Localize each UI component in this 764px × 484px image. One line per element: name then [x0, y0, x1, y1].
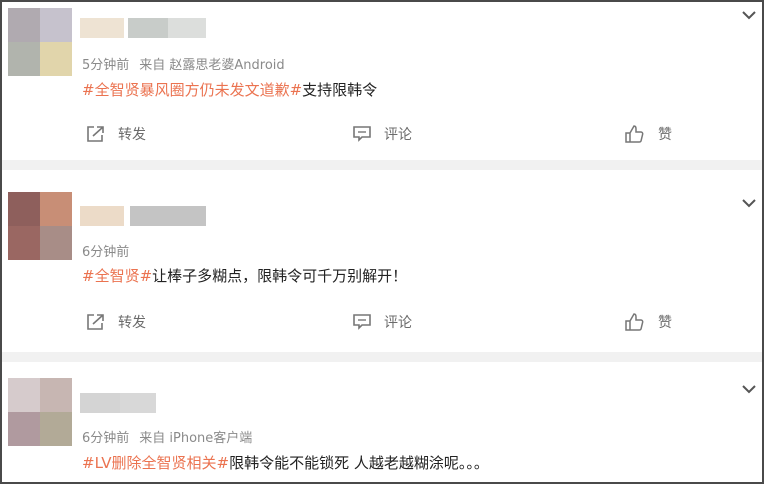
- avatar-pixel: [8, 378, 40, 412]
- post-card: 6分钟前 #全智贤#让棒子多糊点，限韩令可千万别解开！ 转发 评论 赞: [2, 170, 762, 352]
- post-time[interactable]: 5分钟前: [82, 58, 129, 73]
- post-card: 6分钟前 来自 iPhone客户端 #LV删除全智贤相关#限韩令能不能锁死 人越老…: [2, 362, 762, 482]
- repost-label: 转发: [118, 315, 146, 331]
- avatar-pixel: [40, 378, 72, 412]
- post-card: 5分钟前 来自 赵露思老婆Android #全智贤暴风圈方仍未发文道歉#支持限韩令…: [2, 2, 762, 160]
- post-meta: 5分钟前 来自 赵露思老婆Android: [82, 54, 285, 73]
- comment-icon: [353, 126, 371, 142]
- like-icon: [625, 313, 644, 331]
- post-text: 支持限韩令: [302, 81, 378, 99]
- avatar[interactable]: [8, 192, 72, 260]
- post-meta: 6分钟前 来自 iPhone客户端: [82, 427, 252, 446]
- repost-button[interactable]: 转发: [86, 312, 146, 332]
- avatar-pixel: [8, 42, 40, 76]
- username-blurred[interactable]: [128, 18, 168, 38]
- avatar-pixel: [40, 192, 72, 226]
- username-blurred[interactable]: [168, 18, 206, 38]
- username-blurred[interactable]: [120, 393, 156, 413]
- chevron-down-icon[interactable]: [742, 10, 756, 20]
- username-blurred[interactable]: [80, 206, 124, 226]
- post-meta: 6分钟前: [82, 241, 129, 260]
- post-text: 限韩令能不能锁死 人越老越糊涂呢。。。: [229, 454, 489, 472]
- avatar[interactable]: [8, 378, 72, 446]
- username-blurred[interactable]: [80, 393, 120, 413]
- post-time[interactable]: 6分钟前: [82, 431, 129, 446]
- avatar-pixel: [8, 412, 40, 446]
- post-content: #全智贤#让棒子多糊点，限韩令可千万别解开！: [82, 265, 407, 286]
- repost-icon: [87, 314, 104, 330]
- comment-button[interactable]: 评论: [352, 312, 412, 332]
- chevron-down-icon[interactable]: [742, 198, 756, 208]
- comment-label: 评论: [384, 315, 412, 331]
- post-content: #LV删除全智贤相关#限韩令能不能锁死 人越老越糊涂呢。。。: [82, 452, 489, 473]
- post-divider: [2, 160, 762, 170]
- avatar-pixel: [8, 192, 40, 226]
- avatar-pixel: [40, 226, 72, 260]
- post-time[interactable]: 6分钟前: [82, 245, 129, 260]
- like-label: 赞: [658, 127, 672, 143]
- post-divider: [2, 352, 762, 362]
- like-icon: [625, 125, 644, 143]
- avatar-pixel: [8, 226, 40, 260]
- like-label: 赞: [658, 315, 672, 331]
- avatar-pixel: [40, 412, 72, 446]
- comment-label: 评论: [384, 127, 412, 143]
- avatar-pixel: [8, 8, 40, 42]
- comment-icon: [353, 314, 371, 330]
- username-blurred[interactable]: [80, 18, 124, 38]
- repost-icon: [87, 126, 104, 142]
- like-button[interactable]: 赞: [624, 124, 672, 144]
- avatar[interactable]: [8, 8, 72, 76]
- avatar-pixel: [40, 8, 72, 42]
- hashtag-link[interactable]: #全智贤#: [82, 267, 152, 285]
- avatar-pixel: [40, 42, 72, 76]
- chevron-down-icon[interactable]: [742, 384, 756, 394]
- post-text: 让棒子多糊点，限韩令可千万别解开！: [152, 267, 408, 285]
- post-source: 来自 赵露思老婆Android: [139, 58, 285, 73]
- hashtag-link[interactable]: #LV删除全智贤相关#: [82, 454, 229, 472]
- hashtag-link[interactable]: #全智贤暴风圈方仍未发文道歉#: [82, 81, 302, 99]
- weibo-feed: 5分钟前 来自 赵露思老婆Android #全智贤暴风圈方仍未发文道歉#支持限韩令…: [0, 0, 764, 484]
- repost-button[interactable]: 转发: [86, 124, 146, 144]
- username-blurred[interactable]: [130, 206, 206, 226]
- like-button[interactable]: 赞: [624, 312, 672, 332]
- repost-label: 转发: [118, 127, 146, 143]
- post-source: 来自 iPhone客户端: [139, 431, 253, 446]
- post-content: #全智贤暴风圈方仍未发文道歉#支持限韩令: [82, 79, 377, 100]
- comment-button[interactable]: 评论: [352, 124, 412, 144]
